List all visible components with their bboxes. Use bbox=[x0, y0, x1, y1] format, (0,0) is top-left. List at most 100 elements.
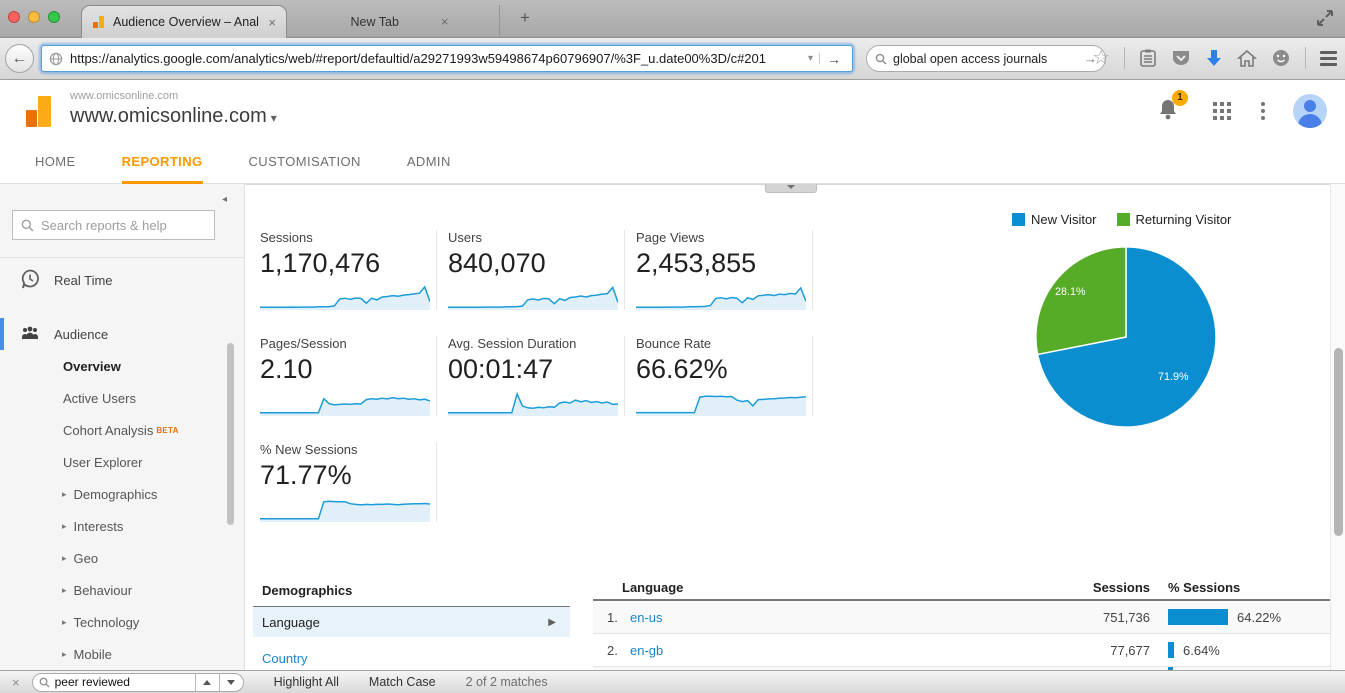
metric-label: Page Views bbox=[636, 230, 812, 245]
fullscreen-icon[interactable] bbox=[1315, 8, 1335, 28]
sessions-value: 751,736 bbox=[893, 610, 1150, 625]
table-header-row: Language Sessions % Sessions bbox=[593, 577, 1330, 601]
metric-value: 00:01:47 bbox=[448, 354, 624, 385]
menu-icon[interactable] bbox=[1320, 48, 1337, 69]
property-name: www.omicsonline.com bbox=[70, 105, 267, 127]
tab-reporting[interactable]: REPORTING bbox=[122, 142, 203, 184]
url-bar[interactable]: https://analytics.google.com/analytics/w… bbox=[41, 45, 853, 72]
tab-customisation[interactable]: CUSTOMISATION bbox=[249, 142, 361, 184]
sidebar-item-geo[interactable]: ▸Geo bbox=[0, 542, 244, 574]
more-options-icon[interactable] bbox=[1261, 99, 1265, 123]
sidebar-item-cohort-analysis[interactable]: Cohort AnalysisBETA bbox=[0, 414, 244, 446]
metric-value: 71.77% bbox=[260, 460, 436, 491]
browser-window: Audience Overview – Anal... × New Tab × … bbox=[0, 0, 1345, 693]
highlight-all-button[interactable]: Highlight All bbox=[274, 675, 339, 689]
hello-chat-icon[interactable] bbox=[1271, 48, 1291, 68]
chevron-up-icon bbox=[203, 680, 211, 685]
col-header-language[interactable]: Language bbox=[593, 580, 893, 595]
language-link[interactable]: en-gb bbox=[630, 643, 663, 658]
collapse-panel-handle[interactable] bbox=[765, 184, 817, 193]
sidebar-item-real-time[interactable]: Real Time bbox=[0, 264, 244, 296]
col-header-sessions[interactable]: Sessions bbox=[893, 580, 1150, 595]
metric-label: Sessions bbox=[260, 230, 436, 245]
pct-sessions-bar bbox=[1168, 609, 1228, 625]
tab-close-icon[interactable]: × bbox=[268, 16, 276, 29]
expand-triangle-icon: ▸ bbox=[62, 585, 67, 596]
url-text[interactable]: https://analytics.google.com/analytics/w… bbox=[70, 51, 802, 66]
sidebar-item-active-users[interactable]: Active Users bbox=[0, 382, 244, 414]
notifications-button[interactable]: 1 bbox=[1157, 97, 1179, 126]
pct-sessions-value: 6.64% bbox=[1183, 643, 1220, 658]
demographics-item-language[interactable]: Language ▶ bbox=[253, 607, 570, 637]
home-icon[interactable] bbox=[1237, 49, 1257, 68]
chevron-down-icon bbox=[227, 680, 235, 685]
reading-list-icon[interactable] bbox=[1139, 48, 1157, 68]
tab-home[interactable]: HOME bbox=[35, 142, 76, 184]
sidebar-item-demographics[interactable]: ▸Demographics bbox=[0, 478, 244, 510]
downloads-icon[interactable] bbox=[1205, 48, 1223, 68]
expand-triangle-icon: ▸ bbox=[62, 489, 67, 500]
apps-grid-icon[interactable] bbox=[1213, 102, 1231, 120]
window-minimize-button[interactable] bbox=[28, 11, 40, 23]
window-close-button[interactable] bbox=[8, 11, 20, 23]
match-case-button[interactable]: Match Case bbox=[369, 675, 436, 689]
url-go-icon[interactable]: → bbox=[820, 51, 848, 67]
search-bar[interactable]: global open access journals → bbox=[866, 45, 1106, 72]
sidebar-search-input[interactable]: Search reports & help bbox=[12, 210, 215, 240]
tab-close-icon[interactable]: × bbox=[441, 15, 449, 28]
window-zoom-button[interactable] bbox=[48, 11, 60, 23]
users-sparkline bbox=[448, 284, 618, 310]
sidebar-scrollbar-thumb[interactable] bbox=[227, 343, 234, 525]
metric-value: 2.10 bbox=[260, 354, 436, 385]
tab-admin[interactable]: ADMIN bbox=[407, 142, 451, 184]
sidebar-item-overview[interactable]: Overview bbox=[0, 350, 244, 382]
sidebar-item-interests[interactable]: ▸Interests bbox=[0, 510, 244, 542]
sidebar-item-label: Active Users bbox=[63, 391, 136, 406]
visitor-type-pie-chart: 71.9%28.1% bbox=[1033, 244, 1219, 435]
back-button[interactable]: ← bbox=[5, 44, 34, 73]
legend-swatch-green bbox=[1117, 213, 1130, 226]
avg-session-duration-sparkline bbox=[448, 390, 618, 416]
sidebar-item-label: Behaviour bbox=[74, 583, 133, 598]
analytics-favicon-icon bbox=[92, 15, 106, 29]
sidebar-collapse-icon[interactable]: ◂ bbox=[222, 194, 227, 205]
property-selector[interactable]: www.omicsonline.com▾ bbox=[70, 105, 277, 128]
sidebar-item-behaviour[interactable]: ▸ Behaviour bbox=[0, 574, 244, 606]
page-scrollbar[interactable] bbox=[1330, 184, 1345, 670]
tab-audience-overview[interactable]: Audience Overview – Anal... × bbox=[81, 5, 287, 38]
metric-label: Pages/Session bbox=[260, 336, 436, 351]
table-row: 1.en-us 751,736 64.22% bbox=[593, 601, 1330, 634]
metric-value: 2,453,855 bbox=[636, 248, 812, 279]
url-history-dropdown-icon[interactable]: ▾ bbox=[802, 53, 820, 64]
legend-label: New Visitor bbox=[1031, 212, 1097, 227]
browser-tab-bar: Audience Overview – Anal... × New Tab × … bbox=[0, 0, 1345, 38]
divider bbox=[0, 257, 244, 258]
search-query-text[interactable]: global open access journals bbox=[893, 52, 1084, 66]
pocket-icon[interactable] bbox=[1171, 49, 1191, 68]
tab-new-tab[interactable]: New Tab × bbox=[300, 5, 500, 38]
find-next-button[interactable] bbox=[219, 673, 243, 692]
sidebar-item-technology[interactable]: ▸Technology bbox=[0, 606, 244, 638]
new-tab-button[interactable]: + bbox=[512, 8, 538, 28]
demographics-item-country[interactable]: Country bbox=[253, 643, 570, 670]
find-query-text[interactable]: peer reviewed bbox=[55, 675, 195, 689]
sidebar-item-mobile[interactable]: ▸Mobile bbox=[0, 638, 244, 670]
find-close-icon[interactable]: × bbox=[12, 675, 20, 690]
sidebar-item-audience[interactable]: Audience bbox=[0, 318, 244, 350]
metric-value: 66.62% bbox=[636, 354, 812, 385]
pages-session-sparkline bbox=[260, 390, 430, 416]
notification-badge: 1 bbox=[1172, 90, 1188, 106]
page-scrollbar-thumb[interactable] bbox=[1334, 348, 1343, 536]
expand-triangle-icon: ▸ bbox=[62, 553, 67, 564]
demographics-panel: Demographics Language ▶ Country bbox=[253, 577, 570, 670]
avatar[interactable] bbox=[1293, 94, 1327, 128]
find-input[interactable]: peer reviewed bbox=[32, 673, 244, 692]
bookmark-star-icon[interactable]: ☆ bbox=[1092, 46, 1110, 70]
sessions-value: 77,677 bbox=[893, 643, 1150, 658]
language-link[interactable]: en-us bbox=[630, 610, 663, 625]
sidebar-item-user-explorer[interactable]: User Explorer bbox=[0, 446, 244, 478]
metric-label: % New Sessions bbox=[260, 442, 436, 457]
col-header-pct-sessions[interactable]: % Sessions bbox=[1168, 580, 1240, 595]
sidebar-item-label: Real Time bbox=[54, 273, 113, 288]
find-previous-button[interactable] bbox=[195, 673, 219, 692]
